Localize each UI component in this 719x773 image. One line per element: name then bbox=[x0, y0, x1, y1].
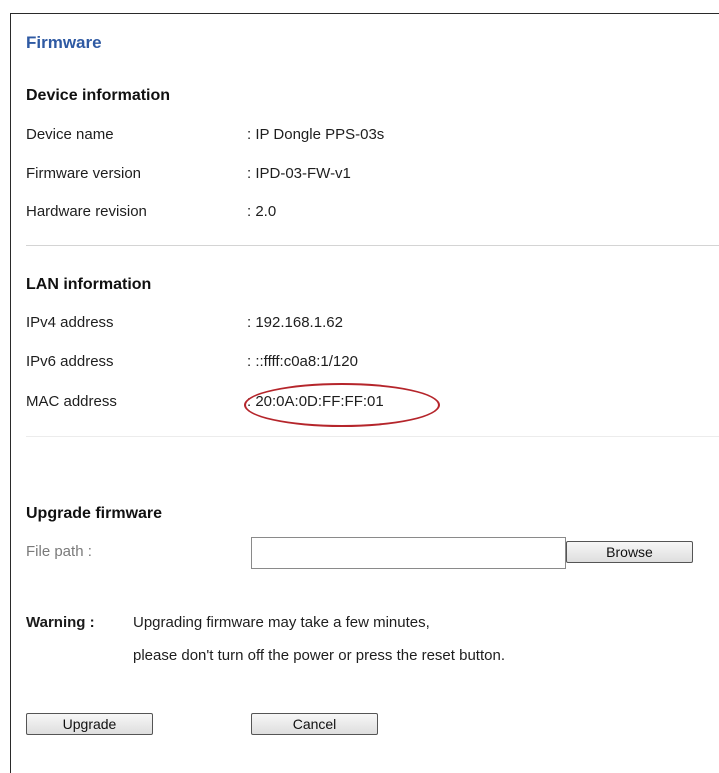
warning-text-line1: Upgrading firmware may take a few minute… bbox=[133, 614, 430, 631]
ipv4-address-label: IPv4 address bbox=[26, 314, 114, 331]
upgrade-button[interactable]: Upgrade bbox=[26, 713, 153, 735]
device-info-heading: Device information bbox=[26, 87, 171, 104]
firmware-version-label: Firmware version bbox=[26, 165, 142, 182]
hardware-revision-value: : 2.0 bbox=[247, 203, 277, 220]
divider bbox=[26, 245, 719, 246]
file-path-input[interactable] bbox=[251, 537, 566, 569]
mac-address-highlight-ellipse bbox=[244, 383, 440, 427]
device-name-value: : IP Dongle PPS-03s bbox=[247, 126, 385, 143]
ipv4-address-value: : 192.168.1.62 bbox=[247, 314, 343, 331]
file-path-label: File path : bbox=[26, 543, 92, 560]
ipv6-address-value: : ::ffff:c0a8:1/120 bbox=[247, 353, 358, 370]
upgrade-firmware-heading: Upgrade firmware bbox=[26, 505, 163, 522]
warning-label: Warning : bbox=[26, 614, 95, 631]
ipv6-address-label: IPv6 address bbox=[26, 353, 114, 370]
hardware-revision-label: Hardware revision bbox=[26, 203, 147, 220]
firmware-version-value: : IPD-03-FW-v1 bbox=[247, 165, 351, 182]
device-name-label: Device name bbox=[26, 126, 114, 143]
cancel-button[interactable]: Cancel bbox=[251, 713, 378, 735]
browse-button[interactable]: Browse bbox=[566, 541, 693, 563]
lan-info-heading: LAN information bbox=[26, 276, 152, 293]
mac-address-label: MAC address bbox=[26, 393, 117, 410]
page-title: Firmware bbox=[26, 33, 102, 52]
warning-text-line2: please don't turn off the power or press… bbox=[133, 647, 505, 664]
divider bbox=[26, 436, 719, 437]
